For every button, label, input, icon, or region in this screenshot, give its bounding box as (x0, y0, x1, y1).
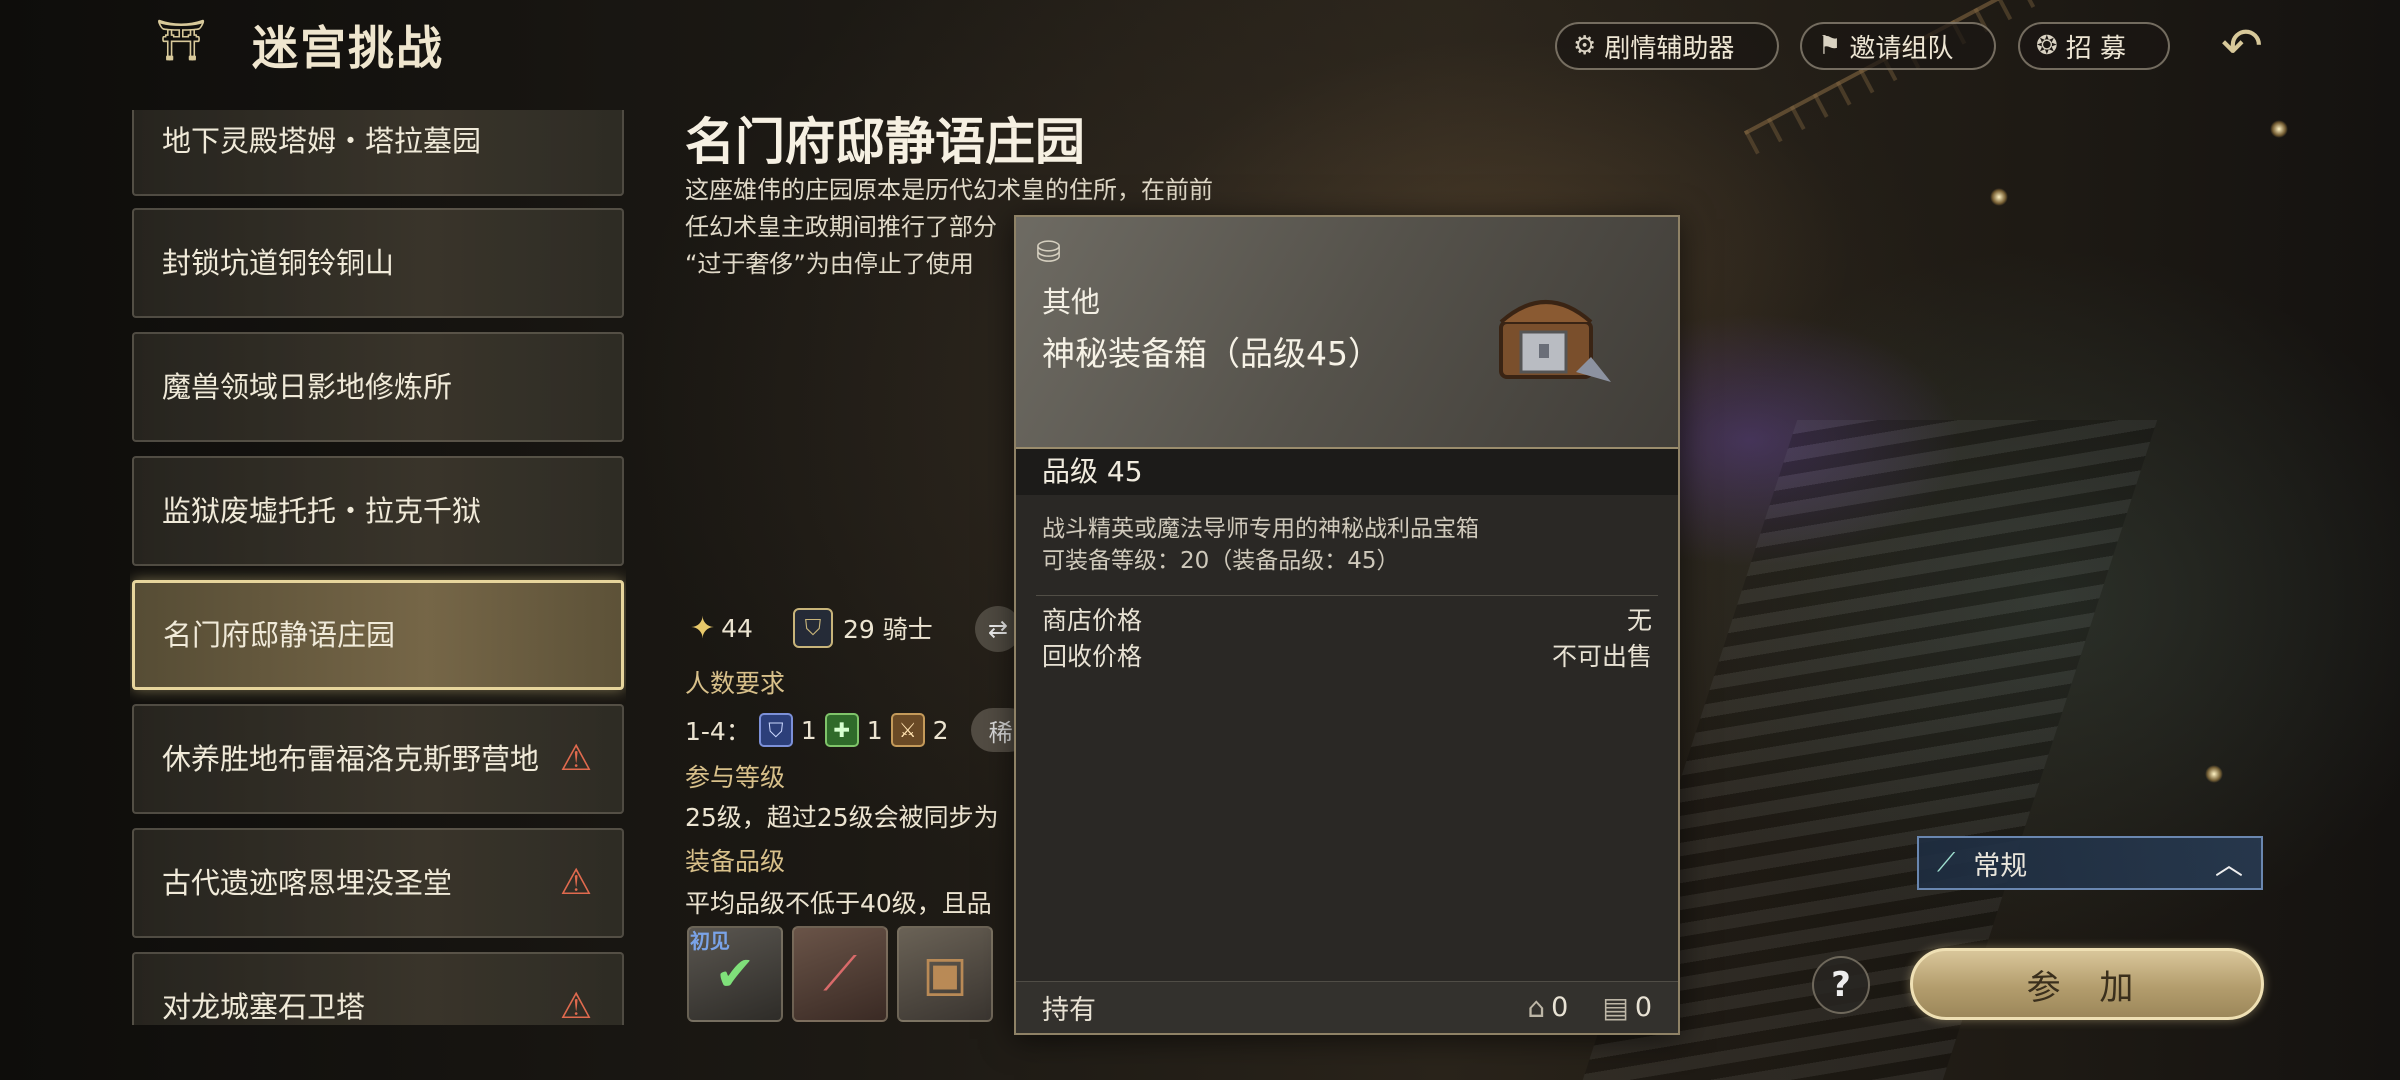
equipment-chest-icon (1476, 257, 1626, 407)
labyrinth-gate-icon: ⛩ (155, 17, 207, 64)
dungeon-label: 古代遗迹喀恩埋没圣堂 (162, 866, 453, 900)
healer-count: 1 (866, 715, 883, 745)
tooltip-footer: 持有 ⌂ 0 ▤ 0 (1016, 981, 1678, 1033)
recycle-price-row: 回收价格 不可出售 (1042, 637, 1652, 673)
dungeon-item[interactable]: 对龙城塞石卫塔 ⚠ (132, 952, 624, 1025)
story-helper-button[interactable]: ⚙ 剧情辅助器 (1555, 22, 1779, 70)
gear-text: 平均品级不低于40级，且品 (685, 889, 992, 918)
story-helper-label: 剧情辅助器 (1604, 33, 1735, 64)
shop-price-label: 商店价格 (1042, 606, 1143, 635)
reward-item[interactable]: ▣ (897, 926, 993, 1022)
difficulty-value: 常规 (1973, 850, 2028, 882)
level-text: 25级，超过25级会被同步为 (685, 803, 999, 832)
divider (1036, 595, 1658, 596)
party-label: 人数要求 (685, 669, 786, 698)
home-count: 0 (1551, 992, 1569, 1023)
invite-team-label: 邀请组队 (1849, 33, 1954, 64)
level-label: 参与等级 (685, 763, 786, 792)
join-button[interactable]: 参 加 (1910, 948, 2264, 1020)
home-storage-count: ⌂ 0 (1527, 991, 1568, 1024)
recruit-paw-icon: ❂ (2036, 31, 2058, 61)
item-grade: 品级 45 (1016, 449, 1678, 495)
dungeon-item[interactable]: 监狱废墟托托・拉克千狱 (132, 456, 624, 566)
item-description: 战斗精英或魔法导师专用的神秘战利品宝箱 可装备等级：20（装备品级：45） (1042, 513, 1652, 577)
desc-line: 战斗精英或魔法导师专用的神秘战利品宝箱 (1042, 516, 1479, 542)
coins-icon: ⛁ (1036, 235, 1062, 270)
warning-icon: ⚠ (559, 862, 593, 903)
sword-icon: ⟋ (1937, 847, 1956, 878)
warning-icon: ⚠ (559, 738, 593, 779)
story-helper-icon: ⚙ (1573, 31, 1597, 61)
top-header: ⛩ 迷宫挑战 ⚙ 剧情辅助器 ⚑ 邀请组队 ❂ 招 募 ↶ (0, 0, 2400, 90)
recycle-price-label: 回收价格 (1042, 642, 1143, 671)
dungeon-label: 地下灵殿塔姆・塔拉墓园 (162, 124, 482, 158)
dungeon-stats: ✦ 44 ⛉ 29 骑士 (690, 608, 933, 648)
item-category: 其他 (1042, 285, 1101, 319)
difficulty-select[interactable]: ⟋ 常规 ︿ (1917, 836, 2263, 890)
shop-price-value: 无 (1626, 606, 1652, 635)
help-button[interactable]: ? (1812, 956, 1870, 1014)
dungeon-item[interactable]: 休养胜地布雷福洛克斯野营地 ⚠ (132, 704, 624, 814)
dungeon-item[interactable]: 地下灵殿塔姆・塔拉墓园 (132, 110, 624, 196)
party-requirement: 1-4： ⛉ 1 ✚ 1 ⚔ 2 稀 (685, 708, 1031, 752)
knight-shield-icon: ⛉ (792, 608, 833, 648)
bag-icon: ▤ (1602, 991, 1629, 1024)
desc-line: 这座雄伟的庄园原本是历代幻术皇的住所，在前前 (685, 176, 1213, 204)
dungeon-title: 名门府邸静语庄园 (685, 113, 1085, 171)
dungeon-label: 对龙城塞石卫塔 (162, 990, 366, 1024)
lamp-light (2205, 765, 2223, 783)
dungeon-label: 封锁坑道铜铃铜山 (162, 246, 395, 280)
dungeon-item[interactable]: 古代遗迹喀恩埋没圣堂 ⚠ (132, 828, 624, 938)
recycle-price-value: 不可出售 (1551, 642, 1652, 671)
page-title: 迷宫挑战 (252, 21, 444, 75)
first-clear-label: 初见 (690, 929, 730, 953)
tank-role-icon: ⛉ (758, 713, 793, 747)
wand-icon: ⟋ (823, 945, 857, 1002)
chevron-up-icon: ︿ (2214, 848, 2243, 881)
invite-team-button[interactable]: ⚑ 邀请组队 (1800, 22, 1996, 70)
dungeon-label: 休养胜地布雷福洛克斯野营地 (162, 742, 540, 776)
star-value: 44 (721, 613, 753, 643)
shop-price-row: 商店价格 无 (1042, 601, 1652, 637)
healer-role-icon: ✚ (824, 713, 859, 747)
dungeon-list: 地下灵殿塔姆・塔拉墓园 封锁坑道铜铃铜山 魔兽领域日影地修炼所 监狱废墟托托・拉… (130, 110, 626, 1025)
dps-role-icon: ⚔ (890, 713, 925, 747)
gear-label: 装备品级 (685, 847, 786, 876)
reward-item[interactable]: ⟋ (792, 926, 888, 1022)
hold-label: 持有 (1042, 995, 1096, 1026)
dungeon-label: 监狱废墟托托・拉克千狱 (162, 494, 482, 528)
party-range: 1-4： (685, 717, 751, 746)
tank-count: 1 (800, 715, 817, 745)
chest-icon: ▣ (922, 946, 968, 1002)
item-name: 神秘装备箱（品级45） (1042, 334, 1381, 373)
dungeon-label: 名门府邸静语庄园 (163, 618, 396, 652)
tooltip-header: ⛁ 其他 神秘装备箱（品级45） (1016, 217, 1678, 449)
lamp-light (2270, 120, 2288, 138)
invite-flag-icon: ⚑ (1818, 31, 1842, 61)
recruit-label: 招 募 (2065, 33, 2127, 64)
dps-count: 2 (932, 715, 949, 745)
item-tooltip: ⛁ 其他 神秘装备箱（品级45） 品级 45 战斗精英或魔法导师专用的神秘战利品… (1014, 215, 1680, 1035)
lamp-light (1990, 188, 2008, 206)
warning-icon: ⚠ (559, 986, 593, 1026)
dungeon-item[interactable]: 封锁坑道铜铃铜山 (132, 208, 624, 318)
desc-line: 可装备等级：20（装备品级：45） (1042, 548, 1400, 574)
star-icon: ✦ (690, 610, 716, 646)
dungeon-item-selected[interactable]: 名门府邸静语庄园 (132, 580, 624, 690)
knight-value: 29 骑士 (842, 615, 933, 644)
check-badge-icon: ✔ (714, 946, 756, 1002)
dungeon-label: 魔兽领域日影地修炼所 (162, 370, 453, 404)
house-icon: ⌂ (1527, 991, 1546, 1024)
dungeon-item[interactable]: 魔兽领域日影地修炼所 (132, 332, 624, 442)
recruit-button[interactable]: ❂ 招 募 (2018, 22, 2170, 70)
back-arrow-icon[interactable]: ↶ (2212, 16, 2272, 76)
bag-count-value: 0 (1634, 992, 1652, 1023)
bag-count: ▤ 0 (1602, 991, 1652, 1024)
